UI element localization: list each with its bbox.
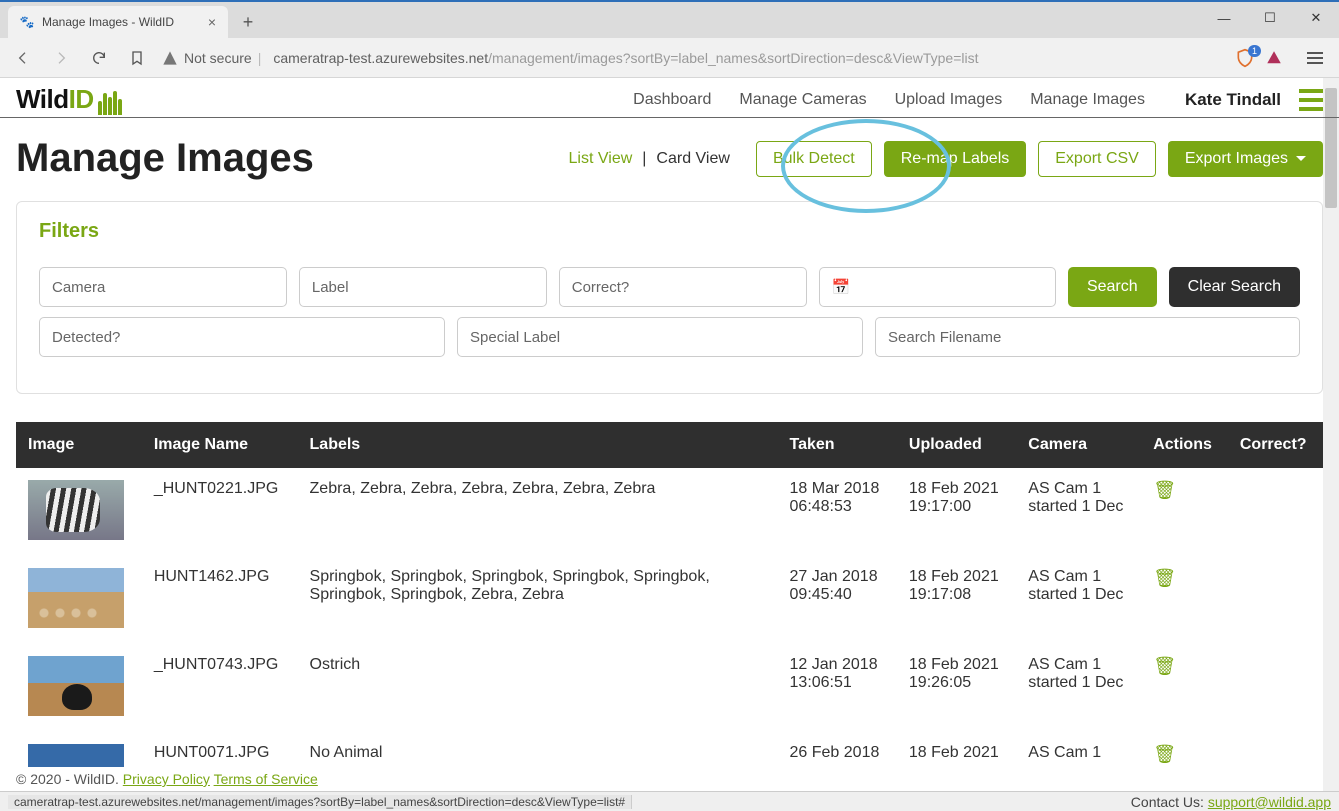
- remap-labels-button[interactable]: Re-map Labels: [884, 141, 1027, 177]
- row-thumbnail[interactable]: [28, 656, 124, 716]
- contact-email-link[interactable]: support@wildid.app: [1208, 794, 1331, 810]
- th-camera[interactable]: Camera: [1016, 422, 1141, 468]
- security-indicator[interactable]: Not secure |: [162, 50, 261, 66]
- not-secure-label: Not secure: [184, 50, 252, 66]
- address-bar[interactable]: cameratrap-test.azurewebsites.net/manage…: [273, 50, 1223, 66]
- footer-copyright: © 2020 - WildID.: [16, 771, 119, 787]
- nav-manage-cameras[interactable]: Manage Cameras: [739, 91, 866, 109]
- row-labels: Zebra, Zebra, Zebra, Zebra, Zebra, Zebra…: [298, 468, 778, 554]
- row-name: _HUNT0221.JPG: [142, 468, 298, 554]
- filter-special-label-input[interactable]: [457, 317, 863, 357]
- reload-button[interactable]: [86, 45, 112, 71]
- row-uploaded: 18 Feb 202119:26:05: [897, 642, 1016, 730]
- th-uploaded[interactable]: Uploaded: [897, 422, 1016, 468]
- row-name: _HUNT0743.JPG: [142, 642, 298, 730]
- browser-tab[interactable]: 🐾 Manage Images - WildID ×: [8, 6, 228, 38]
- url-path: /management/images?sortBy=label_names&so…: [488, 50, 978, 66]
- new-tab-button[interactable]: +: [234, 8, 262, 36]
- filter-detected-input[interactable]: [39, 317, 445, 357]
- view-separator: |: [642, 150, 646, 168]
- forward-button[interactable]: [48, 45, 74, 71]
- th-correct[interactable]: Correct?: [1228, 422, 1323, 468]
- browser-menu-button[interactable]: [1301, 52, 1329, 64]
- delete-icon[interactable]: 🗑: [1153, 480, 1176, 500]
- filter-label-input[interactable]: [299, 267, 547, 307]
- page-title: Manage Images: [16, 136, 314, 181]
- url-host: cameratrap-test.azurewebsites.net: [273, 50, 488, 66]
- filter-date-input[interactable]: 📅: [819, 267, 1056, 307]
- tab-title: Manage Images - WildID: [42, 15, 174, 29]
- export-csv-button[interactable]: Export CSV: [1038, 141, 1156, 177]
- calendar-icon: 📅: [832, 278, 851, 296]
- row-uploaded: 18 Feb 202119:17:00: [897, 468, 1016, 554]
- nav-upload-images[interactable]: Upload Images: [895, 91, 1003, 109]
- status-bar-url: cameratrap-test.azurewebsites.net/manage…: [8, 795, 632, 809]
- row-name: HUNT1462.JPG: [142, 554, 298, 642]
- images-table: Image Image Name Labels Taken Uploaded C…: [16, 422, 1323, 791]
- maximize-button[interactable]: ☐: [1247, 2, 1293, 34]
- row-thumbnail[interactable]: [28, 480, 124, 540]
- logo-grass-icon: [98, 89, 122, 115]
- th-taken[interactable]: Taken: [778, 422, 897, 468]
- row-camera: AS Cam 1: [1016, 730, 1141, 791]
- th-actions[interactable]: Actions: [1141, 422, 1228, 468]
- row-uploaded: 18 Feb 2021: [897, 730, 1016, 791]
- table-row[interactable]: _HUNT0743.JPGOstrich12 Jan 201813:06:511…: [16, 642, 1323, 730]
- shield-count-badge: 1: [1248, 45, 1261, 57]
- row-taken: 27 Jan 201809:45:40: [778, 554, 897, 642]
- brave-shield-icon[interactable]: 1: [1235, 48, 1257, 68]
- filter-filename-input[interactable]: [875, 317, 1300, 357]
- close-tab-icon[interactable]: ×: [208, 14, 216, 30]
- delete-icon[interactable]: 🗑: [1153, 568, 1176, 588]
- row-taken: 12 Jan 201813:06:51: [778, 642, 897, 730]
- th-name[interactable]: Image Name: [142, 422, 298, 468]
- row-labels: Springbok, Springbok, Springbok, Springb…: [298, 554, 778, 642]
- logo-id: ID: [69, 84, 94, 115]
- export-images-button[interactable]: Export Images: [1168, 141, 1323, 177]
- back-button[interactable]: [10, 45, 36, 71]
- row-labels: Ostrich: [298, 642, 778, 730]
- clear-search-button[interactable]: Clear Search: [1169, 267, 1300, 307]
- footer: © 2020 - WildID. Privacy Policy Terms of…: [0, 767, 334, 791]
- row-taken: 18 Mar 201806:48:53: [778, 468, 897, 554]
- view-list-link[interactable]: List View: [569, 150, 633, 168]
- contact-label: Contact Us:: [1131, 794, 1208, 810]
- wildid-logo[interactable]: WildID: [16, 84, 122, 115]
- filter-correct-input[interactable]: [559, 267, 807, 307]
- delete-icon[interactable]: 🗑: [1153, 656, 1176, 676]
- nav-manage-images[interactable]: Manage Images: [1030, 91, 1145, 109]
- row-uploaded: 18 Feb 202119:17:08: [897, 554, 1016, 642]
- footer-terms-link[interactable]: Terms of Service: [214, 771, 318, 787]
- brave-rewards-icon[interactable]: [1265, 49, 1283, 67]
- row-labels: No Animal: [298, 730, 778, 791]
- user-name[interactable]: Kate Tindall: [1185, 90, 1281, 110]
- th-image[interactable]: Image: [16, 422, 142, 468]
- table-row[interactable]: HUNT1462.JPGSpringbok, Springbok, Spring…: [16, 554, 1323, 642]
- row-camera: AS Cam 1 started 1 Dec: [1016, 642, 1141, 730]
- delete-icon[interactable]: 🗑: [1153, 744, 1176, 764]
- filter-camera-input[interactable]: [39, 267, 287, 307]
- bulk-detect-button[interactable]: Bulk Detect: [756, 141, 872, 177]
- search-button[interactable]: Search: [1068, 267, 1157, 307]
- footer-privacy-link[interactable]: Privacy Policy: [123, 771, 210, 787]
- minimize-button[interactable]: —: [1201, 2, 1247, 34]
- app-menu-button[interactable]: [1299, 89, 1323, 111]
- filters-panel: Filters 📅 Search Clear Search: [16, 201, 1323, 394]
- th-labels[interactable]: Labels: [298, 422, 778, 468]
- row-camera: AS Cam 1 started 1 Dec: [1016, 468, 1141, 554]
- row-thumbnail[interactable]: [28, 568, 124, 628]
- row-camera: AS Cam 1 started 1 Dec: [1016, 554, 1141, 642]
- tab-favicon: 🐾: [20, 15, 34, 29]
- table-row[interactable]: _HUNT0221.JPGZebra, Zebra, Zebra, Zebra,…: [16, 468, 1323, 554]
- row-taken: 26 Feb 2018: [778, 730, 897, 791]
- logo-wild: Wild: [16, 84, 69, 115]
- filters-title: Filters: [39, 220, 1300, 243]
- nav-dashboard[interactable]: Dashboard: [633, 91, 711, 109]
- close-window-button[interactable]: ✕: [1293, 2, 1339, 34]
- view-card-link[interactable]: Card View: [656, 150, 730, 168]
- bookmark-icon[interactable]: [124, 45, 150, 71]
